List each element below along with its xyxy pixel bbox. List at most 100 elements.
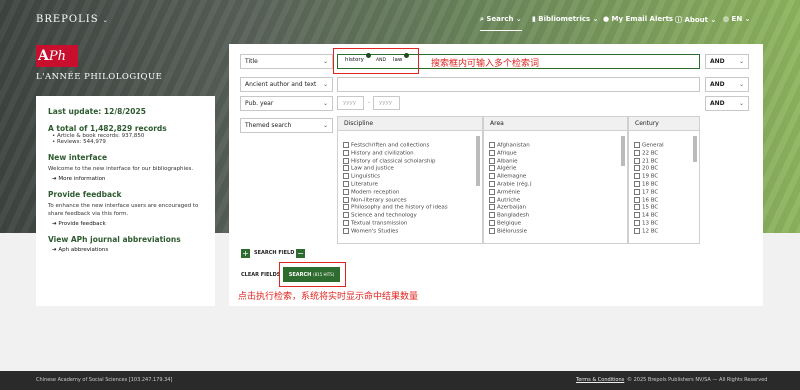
chevron-down-icon: ⌄ xyxy=(738,81,744,88)
globe-icon: ◍ xyxy=(723,15,730,23)
checkbox-century[interactable]: 17 BC xyxy=(629,189,699,197)
author-search-input[interactable] xyxy=(337,77,700,92)
checkbox-century[interactable]: 14 BC xyxy=(629,212,699,220)
add-field-button[interactable]: + xyxy=(241,249,250,258)
aph-abbreviations-link[interactable]: ➔ Aph abbreviations xyxy=(52,247,203,253)
aph-abbreviations-label: Aph abbreviations xyxy=(58,247,109,253)
brand-label: BREPOLIS xyxy=(36,14,99,25)
checkbox-area[interactable]: Azerbaijan xyxy=(484,204,627,212)
top-bar: BREPOLIS ⌄ ⌕ Search ⌄ ▮ Bibliometrics ⌄ … xyxy=(0,0,800,40)
checkbox-century[interactable]: 19 BC xyxy=(629,173,699,181)
chevron-down-icon: ⌄ xyxy=(515,15,522,23)
checkbox-area[interactable]: Belgique xyxy=(484,220,627,228)
chevron-down-icon: ⌄ xyxy=(322,81,328,88)
last-update: Last update: 12/8/2025 xyxy=(48,107,146,116)
checkbox-discipline[interactable]: Modern reception xyxy=(338,189,482,197)
checkbox-century[interactable]: 18 BC xyxy=(629,181,699,189)
checkbox-area[interactable]: Arménie xyxy=(484,189,627,197)
chevron-down-icon: ⌄ xyxy=(710,16,717,24)
checkbox-area[interactable]: Afrique xyxy=(484,150,627,158)
chevron-down-icon: ⌄ xyxy=(738,100,744,107)
checkbox-century[interactable]: 20 BC xyxy=(629,165,699,173)
discipline-header: Discipline xyxy=(338,117,482,131)
checkbox-discipline[interactable]: Philosophy and the history of ideas xyxy=(338,204,482,212)
review-count: Reviews: 544,979 xyxy=(57,139,106,145)
operator-label: AND xyxy=(710,81,725,88)
checkbox-discipline[interactable]: History and civilization xyxy=(338,150,482,158)
themed-search-label: Themed search xyxy=(245,122,292,129)
checkbox-discipline[interactable]: History of classical scholarship xyxy=(338,158,482,166)
checkbox-century[interactable]: 22 BC xyxy=(629,150,699,158)
area-header: Area xyxy=(484,117,627,131)
field-label: Pub. year xyxy=(245,100,274,107)
nav-search-label: Search xyxy=(486,15,514,23)
chevron-down-icon: ⌄ xyxy=(744,15,751,23)
year-to-input[interactable]: yyyy xyxy=(373,96,400,110)
checkbox-area[interactable]: Bangladesh xyxy=(484,212,627,220)
terms-link[interactable]: Terms & Conditions xyxy=(576,371,624,390)
checkbox-discipline[interactable]: Law and justice xyxy=(338,165,482,173)
checkbox-discipline[interactable]: Women's Studies xyxy=(338,228,482,236)
sidebar-panel: Last update: 12/8/2025 A total of 1,482,… xyxy=(36,96,215,306)
field-select-year[interactable]: Pub. year ⌄ xyxy=(240,96,333,111)
checkbox-discipline[interactable]: Linguistics xyxy=(338,173,482,181)
checkbox-area[interactable]: Albanie xyxy=(484,158,627,166)
clear-fields-button[interactable]: CLEAR FIELDS xyxy=(241,272,280,278)
checkbox-area[interactable]: Autriche xyxy=(484,197,627,205)
checkbox-area[interactable]: Allemagne xyxy=(484,173,627,181)
checkbox-discipline[interactable]: Science and technology xyxy=(338,212,482,220)
checkbox-discipline[interactable]: Festschriften and collections xyxy=(338,142,482,150)
discipline-scrollbar[interactable] xyxy=(476,136,480,186)
list-item: • Reviews: 544,979 xyxy=(52,139,106,145)
remove-field-button[interactable]: − xyxy=(296,249,305,258)
chevron-down-icon: ⌄ xyxy=(738,58,744,65)
checkbox-century[interactable]: General xyxy=(629,142,699,150)
nav-search[interactable]: ⌕ Search ⌄ xyxy=(480,15,522,31)
themed-search-select[interactable]: Themed search ⌄ xyxy=(240,118,333,133)
more-information-link[interactable]: ➔ More information xyxy=(52,176,203,182)
chevron-down-icon: ⌄ xyxy=(102,17,109,24)
checkbox-discipline[interactable]: Non-literary sources xyxy=(338,197,482,205)
nav-bibliometrics[interactable]: ▮ Bibliometrics ⌄ xyxy=(532,15,599,23)
checkbox-century[interactable]: 12 BC xyxy=(629,228,699,236)
checkbox-century[interactable]: 13 BC xyxy=(629,220,699,228)
checkbox-area[interactable]: Afghanistan xyxy=(484,142,627,150)
annotation-search-tip: 搜索框内可输入多个检索词 xyxy=(431,59,540,69)
checkbox-century[interactable]: 16 BC xyxy=(629,197,699,205)
century-header: Century xyxy=(629,117,699,131)
operator-label: AND xyxy=(710,100,725,107)
checkbox-century[interactable]: 21 BC xyxy=(629,158,699,166)
nav-language[interactable]: ◍ EN ⌄ xyxy=(723,15,751,23)
more-information-label: More information xyxy=(58,176,106,182)
century-scrollbar[interactable] xyxy=(693,136,697,162)
aph-logo[interactable]: APh xyxy=(36,45,78,67)
area-list: Area Afghanistan Afrique Albanie Algérie… xyxy=(483,116,628,244)
checkbox-area[interactable]: Algérie xyxy=(484,165,627,173)
provide-feedback-link[interactable]: ➔ Provide feedback xyxy=(52,221,203,227)
operator-label: AND xyxy=(710,58,725,65)
area-scrollbar[interactable] xyxy=(621,136,625,166)
chevron-down-icon: ⌄ xyxy=(322,100,328,107)
operator-select-3[interactable]: AND ⌄ xyxy=(705,96,749,111)
footer-institution: Chinese Academy of Social Sciences [103.… xyxy=(36,377,173,383)
provide-feedback-label: Provide feedback xyxy=(58,221,106,227)
brand-menu[interactable]: BREPOLIS ⌄ xyxy=(36,14,109,25)
century-options: General 22 BC 21 BC 20 BC 19 BC 18 BC 17… xyxy=(629,131,699,236)
checkbox-century[interactable]: 15 BC xyxy=(629,204,699,212)
year-from-input[interactable]: yyyy xyxy=(337,96,364,110)
field-select-title[interactable]: Title ⌄ xyxy=(240,54,333,69)
checkbox-area[interactable]: Arabie (rég.) xyxy=(484,181,627,189)
feedback-text: To enhance the new interface users are e… xyxy=(48,203,199,217)
total-records: A total of 1,482,829 records xyxy=(48,124,167,133)
nav-email-alerts[interactable]: ● My Email Alerts xyxy=(603,15,673,23)
discipline-list: Discipline Festschriften and collections… xyxy=(337,116,483,244)
checkbox-area[interactable]: Biélorussie xyxy=(484,228,627,236)
info-icon: ⓘ xyxy=(675,16,682,24)
century-list: Century General 22 BC 21 BC 20 BC 19 BC … xyxy=(628,116,700,244)
nav-about[interactable]: ⓘ About ⌄ xyxy=(675,15,716,25)
operator-select-2[interactable]: AND ⌄ xyxy=(705,77,749,92)
operator-select-1[interactable]: AND ⌄ xyxy=(705,54,749,69)
checkbox-discipline[interactable]: Literature xyxy=(338,181,482,189)
field-select-author[interactable]: Ancient author and text ⌄ xyxy=(240,77,333,92)
checkbox-discipline[interactable]: Textual transmission xyxy=(338,220,482,228)
